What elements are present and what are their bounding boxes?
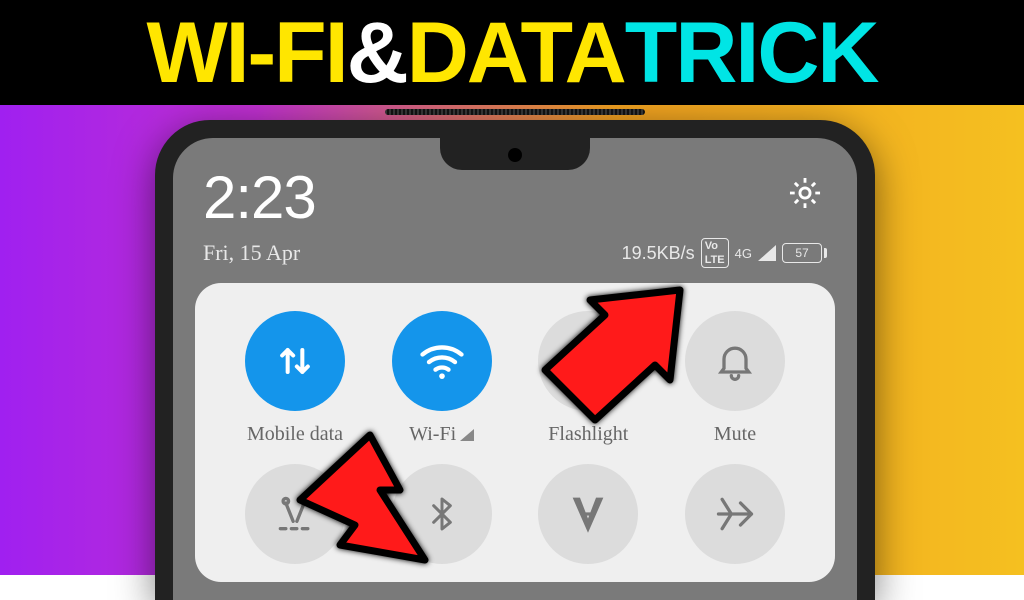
network-speed: 19.5KB/s — [622, 243, 695, 264]
clock-time: 2:23 — [203, 163, 316, 232]
mute-label: Mute — [714, 423, 756, 446]
gear-icon — [786, 174, 824, 212]
volte-badge: VoLTE — [701, 238, 729, 268]
tile-airplane[interactable] — [665, 464, 805, 564]
settings-button[interactable] — [783, 171, 827, 215]
status-date-row: Fri, 15 Apr 19.5KB/s VoLTE 4G 57 — [203, 238, 827, 268]
date-label: Fri, 15 Apr — [203, 240, 300, 266]
phone-notch — [440, 138, 590, 170]
tile-readmode[interactable] — [518, 464, 658, 564]
battery-indicator: 57 — [782, 243, 827, 263]
bell-icon — [713, 339, 757, 383]
title-bar: WI-FI & DATA TRICK — [0, 0, 1024, 105]
pointer-arrow-wifi — [530, 280, 700, 430]
airplane-icon — [713, 492, 757, 536]
battery-level: 57 — [782, 243, 822, 263]
phone-frame: 2:23 Fri, 15 Apr 19.5KB/s VoLTE 4G 57 — [155, 120, 875, 600]
signal-icon — [758, 245, 776, 261]
signal-4g: 4G — [735, 246, 752, 261]
wifi-icon — [416, 335, 468, 387]
readmode-toggle[interactable] — [538, 464, 638, 564]
wifi-toggle[interactable] — [392, 311, 492, 411]
readmode-icon — [566, 492, 610, 536]
phone-screen: 2:23 Fri, 15 Apr 19.5KB/s VoLTE 4G 57 — [173, 138, 857, 600]
status-right-group: 19.5KB/s VoLTE 4G 57 — [622, 238, 827, 268]
status-top-row: 2:23 — [203, 163, 827, 232]
airplane-toggle[interactable] — [685, 464, 785, 564]
battery-tip — [824, 248, 827, 258]
title-part1: WI-FI — [146, 10, 346, 96]
pointer-arrow-mobile-data — [285, 420, 445, 580]
mobile-data-toggle[interactable] — [245, 311, 345, 411]
wifi-signal-icon — [460, 429, 474, 441]
title-part3: DATA — [407, 10, 625, 96]
phone-speaker — [385, 109, 645, 115]
title-part2: & — [347, 10, 407, 96]
mobile-data-icon — [273, 339, 317, 383]
title-part4: TRICK — [625, 10, 878, 96]
